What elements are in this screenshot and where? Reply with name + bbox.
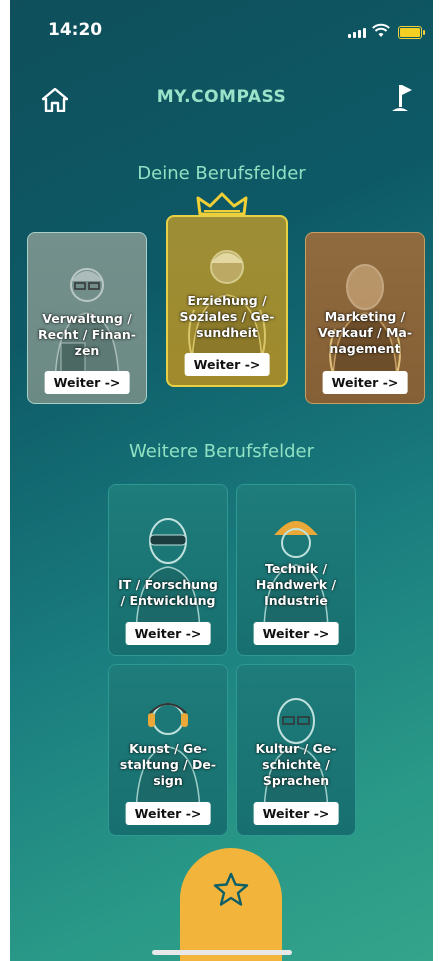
section-title-secondary: Weitere Berufsfelder bbox=[128, 441, 314, 462]
weiter-button[interactable]: Weiter -> bbox=[125, 622, 211, 645]
weiter-button[interactable]: Weiter -> bbox=[44, 371, 130, 394]
career-card-label: Technik / Handwerk / Industrie bbox=[255, 561, 337, 608]
career-card-label: Erziehung / Soziales / Ge-sundheit bbox=[179, 293, 275, 340]
weiter-button[interactable]: Weiter -> bbox=[253, 802, 339, 825]
career-card-kultur[interactable]: Kultur / Ge-schichte / Sprachen Weiter -… bbox=[236, 664, 356, 836]
app-screen: 14:20 MY.COMPASS Deine Berufsfelder Verw… bbox=[10, 0, 433, 961]
status-time: 14:20 bbox=[48, 20, 103, 40]
wifi-icon bbox=[372, 23, 390, 37]
career-card-verwaltung[interactable]: Verwaltung / Recht / Finan-zen Weiter -> bbox=[27, 232, 147, 404]
career-card-label: IT / Forschung / Entwicklung bbox=[118, 577, 218, 608]
career-card-label: Marketing / Verkauf / Ma-nagement bbox=[317, 309, 413, 356]
career-card-label: Kultur / Ge-schichte / Sprachen bbox=[255, 741, 337, 788]
signal-icon bbox=[348, 28, 366, 38]
home-indicator bbox=[152, 950, 292, 955]
career-card-kunst[interactable]: Kunst / Ge-staltung / De-sign Weiter -> bbox=[108, 664, 228, 836]
flag-icon[interactable] bbox=[390, 83, 416, 113]
career-card-it[interactable]: IT / Forschung / Entwicklung Weiter -> bbox=[108, 484, 228, 656]
app-title: MY.COMPASS bbox=[156, 87, 287, 107]
weiter-button[interactable]: Weiter -> bbox=[253, 622, 339, 645]
weiter-button[interactable]: Weiter -> bbox=[125, 802, 211, 825]
career-card-marketing[interactable]: Marketing / Verkauf / Ma-nagement Weiter… bbox=[305, 232, 425, 404]
battery-icon bbox=[398, 26, 422, 39]
career-card-label: Verwaltung / Recht / Finan-zen bbox=[38, 311, 136, 358]
career-card-label: Kunst / Ge-staltung / De-sign bbox=[119, 741, 217, 788]
section-title-primary: Deine Berufsfelder bbox=[137, 163, 306, 184]
favorites-tab-button[interactable] bbox=[180, 848, 282, 961]
weiter-button[interactable]: Weiter -> bbox=[322, 371, 408, 394]
career-card-erziehung[interactable]: Erziehung / Soziales / Ge-sundheit Weite… bbox=[166, 215, 288, 387]
weiter-button[interactable]: Weiter -> bbox=[184, 353, 270, 376]
star-icon bbox=[213, 872, 249, 906]
status-bar: 14:20 bbox=[10, 0, 433, 60]
battery-cap bbox=[423, 30, 425, 35]
career-card-technik[interactable]: Technik / Handwerk / Industrie Weiter -> bbox=[236, 484, 356, 656]
